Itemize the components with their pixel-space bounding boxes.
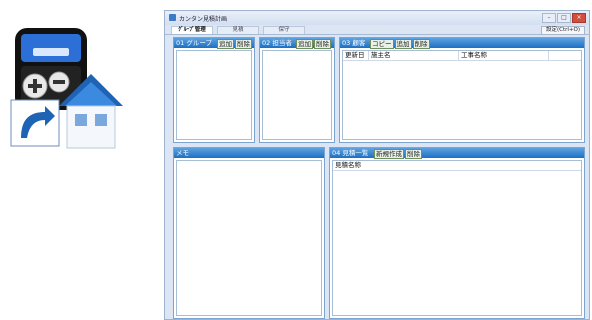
tab-group-management[interactable]: ｸﾞﾙｰﾌﾟ管理 (171, 26, 213, 34)
window-controls: – □ × (542, 13, 586, 23)
memo-panel-title: メモ (176, 149, 189, 157)
customer-add-button[interactable]: 追加 (394, 39, 412, 49)
window-title: カンタン見積計画 (179, 16, 228, 23)
group-delete-button[interactable]: 削除 (235, 39, 252, 49)
estimate-panel: 04 見積一覧 新規作成 削除 見積名称 (329, 147, 585, 319)
group-add-button[interactable]: 追加 (217, 39, 234, 49)
memo-panel: メモ (173, 147, 325, 319)
group-panel-title: 01 グループ (176, 39, 212, 47)
estimate-panel-title: 04 見積一覧 (332, 149, 369, 157)
memo-panel-header: メモ (174, 148, 324, 158)
memo-textarea[interactable] (176, 160, 322, 316)
customer-grid[interactable]: 更新日 施主名 工事名称 (342, 50, 582, 140)
person-panel-header: 02 担当者 追加 削除 (260, 38, 334, 49)
group-list[interactable] (176, 50, 252, 140)
person-panel-title: 02 担当者 (262, 39, 292, 47)
close-button[interactable]: × (572, 13, 586, 23)
group-panel-header: 01 グループ 追加 削除 (174, 38, 254, 49)
estimate-grid-header: 見積名称 (333, 161, 581, 171)
tab-bar: ｸﾞﾙｰﾌﾟ管理 見積 保守 設定(Ctrl+O) (165, 25, 589, 35)
customer-panel-title: 03 顧客 (342, 39, 366, 47)
app-small-icon (169, 14, 176, 21)
column-estimate-name[interactable]: 見積名称 (333, 161, 579, 170)
column-client-name[interactable]: 施主名 (369, 51, 459, 60)
minimize-button[interactable]: – (542, 13, 556, 23)
person-add-button[interactable]: 追加 (296, 39, 313, 49)
estimate-delete-button[interactable]: 削除 (405, 149, 422, 159)
estimate-grid[interactable]: 見積名称 (332, 160, 582, 316)
maximize-button[interactable]: □ (557, 13, 571, 23)
tab-estimate[interactable]: 見積 (217, 26, 259, 34)
group-panel: 01 グループ 追加 削除 (173, 37, 255, 143)
app-window: カンタン見積計画 – □ × ｸﾞﾙｰﾌﾟ管理 見積 保守 設定(Ctrl+O)… (164, 10, 590, 320)
column-updated-date[interactable]: 更新日 (343, 51, 369, 60)
person-panel: 02 担当者 追加 削除 (259, 37, 335, 143)
customer-copy-button[interactable]: コピー (370, 39, 394, 49)
estimate-panel-header: 04 見積一覧 新規作成 削除 (330, 148, 584, 159)
settings-button[interactable]: 設定(Ctrl+O) (541, 26, 585, 35)
app-shortcut-icon[interactable] (9, 26, 125, 150)
column-project-name[interactable]: 工事名称 (459, 51, 549, 60)
person-delete-button[interactable]: 削除 (314, 39, 331, 49)
title-bar: カンタン見積計画 – □ × (165, 11, 589, 25)
customer-grid-header: 更新日 施主名 工事名称 (343, 51, 581, 61)
customer-delete-button[interactable]: 削除 (412, 39, 430, 49)
estimate-new-button[interactable]: 新規作成 (374, 149, 404, 159)
customer-panel-header: 03 顧客 コピー 追加 削除 (340, 38, 584, 49)
person-list[interactable] (262, 50, 332, 140)
tab-maintenance[interactable]: 保守 (263, 26, 305, 34)
customer-panel: 03 顧客 コピー 追加 削除 更新日 施主名 工事名称 (339, 37, 585, 143)
